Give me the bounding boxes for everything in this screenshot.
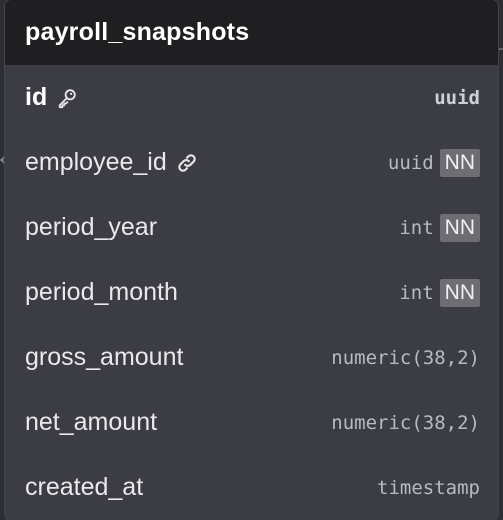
field-type: uuid bbox=[434, 86, 480, 109]
field-type: int bbox=[399, 216, 434, 239]
field-row-id[interactable]: id uuid bbox=[5, 65, 498, 130]
field-row-employee-id[interactable]: employee_id uuid NN bbox=[5, 130, 498, 195]
table-title: payroll_snapshots bbox=[25, 18, 250, 46]
field-row-period-month[interactable]: period_month int NN bbox=[5, 260, 498, 325]
key-icon bbox=[55, 86, 79, 110]
not-null-badge: NN bbox=[439, 148, 480, 177]
field-name: created_at bbox=[25, 473, 144, 501]
relationship-handle-icon bbox=[498, 48, 503, 50]
link-icon bbox=[175, 151, 199, 175]
field-type: uuid bbox=[387, 151, 434, 174]
field-name: employee_id bbox=[25, 148, 167, 176]
field-row-gross-amount[interactable]: gross_amount numeric(38,2) bbox=[5, 325, 498, 390]
field-type: int bbox=[399, 281, 434, 304]
not-null-badge: NN bbox=[439, 213, 480, 242]
field-type: numeric(38,2) bbox=[331, 346, 480, 369]
diagram-canvas: payroll_snapshots id uuid employee_id uu… bbox=[0, 0, 503, 520]
field-list: id uuid employee_id uuid NN period_year … bbox=[5, 65, 498, 520]
field-name: period_year bbox=[25, 213, 158, 241]
field-type: timestamp bbox=[377, 476, 480, 499]
field-name: gross_amount bbox=[25, 343, 184, 371]
table-header[interactable]: payroll_snapshots bbox=[5, 0, 498, 65]
field-row-net-amount[interactable]: net_amount numeric(38,2) bbox=[5, 390, 498, 455]
field-type: numeric(38,2) bbox=[331, 411, 480, 434]
field-row-created-at[interactable]: created_at timestamp bbox=[5, 455, 498, 520]
field-name: period_month bbox=[25, 278, 178, 306]
not-null-badge: NN bbox=[439, 278, 480, 307]
field-name: net_amount bbox=[25, 408, 158, 436]
field-name: id bbox=[25, 83, 48, 111]
field-row-period-year[interactable]: period_year int NN bbox=[5, 195, 498, 260]
table-node[interactable]: payroll_snapshots id uuid employee_id uu… bbox=[5, 0, 498, 520]
